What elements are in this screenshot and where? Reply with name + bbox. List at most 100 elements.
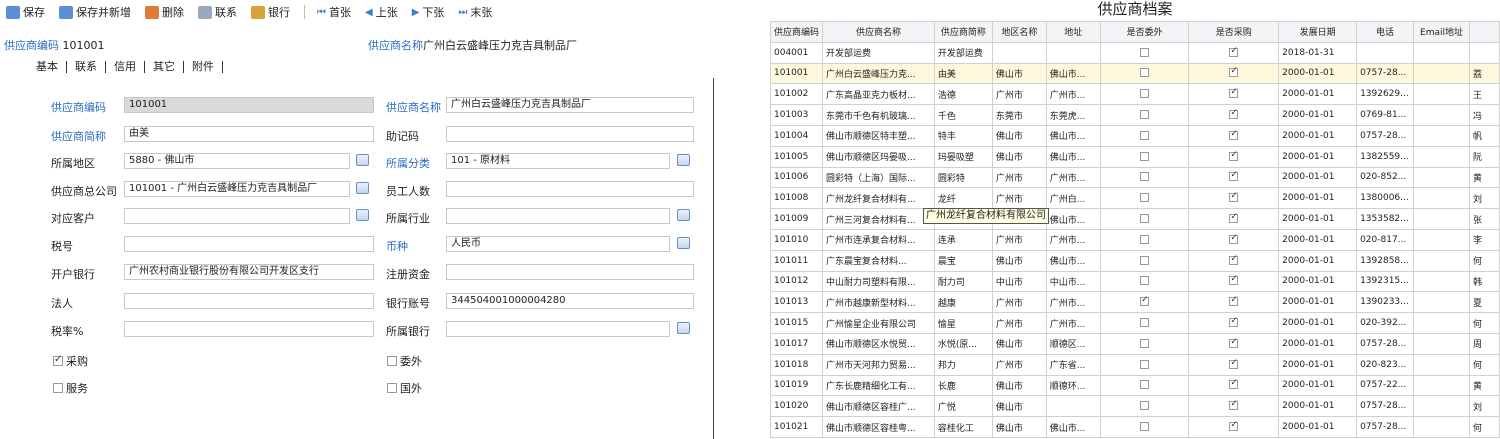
legal-field[interactable] [124,293,374,309]
purchase-check-icon[interactable] [1229,150,1239,161]
hq-field[interactable]: 101001 - 广州白云盛峰压力克吉具制品厂 [124,181,350,197]
outsource-check-icon[interactable] [1140,193,1150,203]
name-field[interactable]: 广州白云盛峰压力克吉具制品厂 [446,97,694,113]
first-button[interactable]: ⏮ 首张 [317,4,351,20]
col-phone[interactable]: 电话 [1356,21,1415,43]
table-row[interactable]: 101002广东高晶亚克力板材...浩德广州市广州市... 2000-01-011… [769,83,1500,106]
col-extra[interactable] [1469,21,1500,43]
next-button[interactable]: ▶ 下张 [412,4,445,20]
purchase-check-icon[interactable] [1229,129,1239,140]
table-row[interactable]: 101004佛山市顺德区特丰塑...特丰佛山市佛山市... 2000-01-010… [769,124,1500,147]
save-button[interactable]: 保存 [6,4,45,20]
outsource-check-icon[interactable] [1140,89,1150,99]
account-field[interactable]: 344504001000004280 [446,293,694,309]
contact-button[interactable]: 联系 [198,4,237,20]
capital-field[interactable] [446,264,694,280]
table-row[interactable]: 101021佛山市顺德区容桂粤...容桂化工佛山市佛山市... 2000-01-0… [769,416,1500,438]
purchase-check-icon[interactable] [1229,87,1239,99]
tab-basic[interactable]: 基本 [36,61,67,73]
industry-field[interactable] [446,208,670,224]
rate-field[interactable] [124,321,374,337]
outsource-check-icon[interactable] [1140,130,1150,140]
col-abbr[interactable]: 供应商简称 [933,21,993,43]
table-row[interactable]: 101015广州愉星企业有限公司愉星广州市广州市... 2000-01-01020… [769,312,1500,334]
table-row[interactable]: 101017佛山市顺德区水悦贸...水悦(原...佛山市顺德区... 2000-0… [769,332,1500,355]
col-name[interactable]: 供应商名称 [822,21,935,43]
hq-picker-icon[interactable] [356,182,369,194]
table-row[interactable]: 101018广州市天河邦力贸易...邦力广州市广东省... 2000-01-010… [769,353,1500,376]
tab-contact[interactable]: 联系 [67,61,106,73]
outsource-check-icon[interactable] [1140,380,1150,390]
table-row[interactable]: 101003东莞市千色有机玻璃...千色东莞市东莞虎... 2000-01-010… [769,104,1500,126]
purchase-check-icon[interactable] [1229,274,1239,286]
purchase-check-icon[interactable] [1229,378,1239,390]
purchase-check-icon[interactable] [1229,337,1239,348]
purchase-check-icon[interactable] [1229,191,1239,203]
tab-credit[interactable]: 信用 [106,61,145,73]
customer-picker-icon[interactable] [356,209,369,221]
outsource-check-icon[interactable] [1140,318,1150,328]
table-row[interactable]: 101010广州市连承复合材料...连承广州市广州市... 2000-01-010… [769,228,1500,251]
outsource-check-icon[interactable] [1140,68,1150,78]
outsource-check-icon[interactable] [1140,151,1150,161]
table-row[interactable]: 101012中山耐力司塑料有限...耐力司中山市中山市... 2000-01-01… [769,270,1500,293]
staff-field[interactable] [446,181,694,197]
save-new-button[interactable]: 保存并新增 [59,4,131,20]
last-button[interactable]: ⏭ 末张 [458,4,492,20]
outsource-checkbox[interactable]: 委外 [387,353,422,369]
outsource-check-icon[interactable] [1140,276,1150,286]
col-purchase[interactable]: 是否采购 [1188,21,1280,43]
region-field[interactable]: 5880 - 佛山市 [124,153,350,169]
table-row[interactable]: 101001广州白云盛峰压力克...由美佛山市佛山市... 2000-01-010… [769,62,1500,85]
outsource-check-icon[interactable] [1140,295,1150,307]
purchase-check-icon[interactable] [1229,420,1239,432]
outsource-check-icon[interactable] [1140,234,1150,244]
outsource-check-icon[interactable] [1140,214,1150,224]
prev-button[interactable]: ◀ 上张 [365,4,398,20]
category-field[interactable]: 101 - 原材料 [446,153,670,169]
table-row[interactable]: 101009广州三河复合材料有... 佛山市... 2000-01-01135358… [769,208,1500,230]
outsource-check-icon[interactable] [1140,338,1150,348]
purchase-check-icon[interactable] [1229,46,1239,57]
purchase-check-icon[interactable] [1229,233,1239,244]
table-row[interactable]: 101019广东长鹿精细化工有...长鹿佛山市顺德环... 2000-01-010… [769,374,1500,397]
col-email[interactable]: Email地址 [1413,21,1470,43]
outsource-check-icon[interactable] [1140,401,1150,411]
outsource-check-icon[interactable] [1140,359,1150,369]
outsource-check-icon[interactable] [1140,422,1150,432]
bank-field[interactable]: 广州农村商业银行股份有限公司开发区支行 [124,264,374,280]
code-field[interactable]: 101001 [124,97,374,113]
bank2-field[interactable] [446,321,670,337]
purchase-check-icon[interactable] [1229,399,1239,411]
table-row[interactable]: 101008广州龙纤复合材料有...龙纤广州市广州白... 2000-01-011… [769,187,1500,210]
tab-attachment[interactable]: 附件 [184,61,223,73]
purchase-check-icon[interactable] [1229,108,1239,120]
outsource-check-icon[interactable] [1140,172,1150,182]
customer-field[interactable] [124,208,350,224]
category-picker-icon[interactable] [677,154,690,166]
purchase-check-icon[interactable] [1229,316,1239,328]
col-outsource[interactable]: 是否委外 [1099,21,1190,43]
service-checkbox[interactable]: 服务 [53,380,88,396]
purchase-checkbox[interactable]: 采购 [53,353,88,369]
tab-other[interactable]: 其它 [145,61,184,73]
bank2-picker-icon[interactable] [677,322,690,334]
table-row[interactable]: 101013广州市越康新型材料...越康广州市广州市... 2000-01-011… [769,291,1500,314]
purchase-check-icon[interactable] [1229,358,1239,369]
currency-field[interactable]: 人民币 [446,236,670,252]
col-code[interactable]: 供应商编码 [769,21,824,43]
currency-picker-icon[interactable] [677,237,690,249]
outsource-check-icon[interactable] [1140,255,1150,265]
table-row[interactable]: 101006圆彩特（上海）国际...圆彩特广州市广州市... 2000-01-01… [769,166,1500,189]
outsource-check-icon[interactable] [1140,47,1150,57]
table-row[interactable]: 004001开发部运费开发部运费2018-01-31 [769,41,1500,64]
abbr-field[interactable]: 由美 [124,126,374,142]
purchase-check-icon[interactable] [1229,66,1239,78]
table-row[interactable]: 101005佛山市顺德区玛晏吸...玛晏吸塑佛山市佛山市... 2000-01-0… [769,145,1500,168]
purchase-check-icon[interactable] [1229,254,1239,265]
col-address[interactable]: 地址 [1045,21,1101,43]
outsource-check-icon[interactable] [1140,110,1150,120]
region-picker-icon[interactable] [356,154,369,166]
bank-button[interactable]: 银行 [251,4,290,20]
col-date[interactable]: 发展日期 [1278,21,1358,43]
